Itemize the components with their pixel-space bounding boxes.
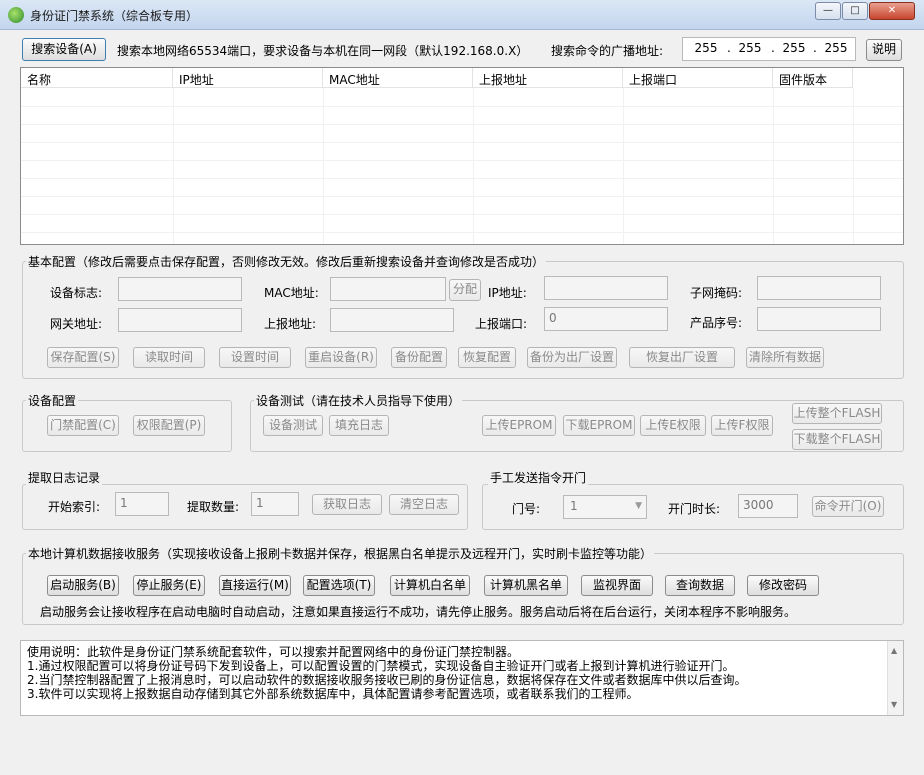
- download-flash-button[interactable]: 下载整个FLASH: [792, 429, 882, 450]
- ip-dot: .: [727, 41, 731, 55]
- col-name[interactable]: 名称: [21, 68, 173, 88]
- subnet-input[interactable]: [757, 276, 881, 300]
- app-logo-icon: [8, 7, 24, 23]
- open-duration-label: 开门时长:: [668, 502, 721, 516]
- col-report-port[interactable]: 上报端口: [623, 68, 773, 88]
- mac-label: MAC地址:: [264, 286, 319, 300]
- run-directly-button[interactable]: 直接运行(M): [219, 575, 291, 596]
- ip-octet-4[interactable]: 255: [821, 41, 851, 55]
- instruction-line: 2.当门禁控制器配置了上报消息时，可以启动软件的数据接收服务接收已刷的身份证信息…: [27, 673, 747, 687]
- open-duration-input[interactable]: 3000: [738, 494, 798, 518]
- upload-flash-button[interactable]: 上传整个FLASH: [792, 403, 882, 424]
- reboot-device-button[interactable]: 重启设备(R): [305, 347, 377, 368]
- backup-factory-button[interactable]: 备份为出厂设置: [527, 347, 617, 368]
- monitor-button[interactable]: 监视界面: [581, 575, 653, 596]
- start-service-button[interactable]: 启动服务(B): [47, 575, 119, 596]
- whitelist-button[interactable]: 计算机白名单: [390, 575, 470, 596]
- report-addr-input[interactable]: [330, 308, 454, 332]
- clear-all-data-button[interactable]: 清除所有数据: [746, 347, 824, 368]
- search-hint: 搜索本地网络65534端口，要求设备与本机在同一网段（默认192.168.0.X…: [117, 44, 529, 58]
- col-ip[interactable]: IP地址: [173, 68, 323, 88]
- ip-octet-2[interactable]: 255: [735, 41, 765, 55]
- device-id-label: 设备标志:: [50, 286, 103, 300]
- log-title: 提取日志记录: [26, 469, 103, 486]
- report-addr-label: 上报地址:: [264, 317, 317, 331]
- gateway-input[interactable]: [118, 308, 242, 332]
- ip-dot: .: [813, 41, 817, 55]
- read-time-button[interactable]: 读取时间: [133, 347, 205, 368]
- count-label: 提取数量:: [187, 500, 240, 514]
- manual-open-title: 手工发送指令开门: [488, 469, 589, 486]
- serial-label: 产品序号:: [690, 316, 743, 330]
- permission-config-button[interactable]: 权限配置(P): [133, 415, 205, 436]
- change-password-button[interactable]: 修改密码: [747, 575, 819, 596]
- col-mac[interactable]: MAC地址: [323, 68, 473, 88]
- save-config-button[interactable]: 保存配置(S): [47, 347, 119, 368]
- close-button[interactable]: ✕: [869, 2, 915, 20]
- device-test-button[interactable]: 设备测试: [263, 415, 323, 436]
- config-options-button[interactable]: 配置选项(T): [303, 575, 375, 596]
- report-port-input[interactable]: 0: [544, 307, 668, 331]
- instruction-line: 使用说明：此软件是身份证门禁系统配套软件，可以搜索并配置网络中的身份证门禁控制器…: [27, 645, 520, 659]
- service-title: 本地计算机数据接收服务（实现接收设备上报刷卡数据并保存，根据黑白名单提示及远程开…: [26, 545, 655, 562]
- ip-input[interactable]: [544, 276, 668, 300]
- restore-config-button[interactable]: 恢复配置: [458, 347, 516, 368]
- col-report-addr[interactable]: 上报地址: [473, 68, 623, 88]
- chevron-down-icon[interactable]: ▼: [635, 501, 642, 511]
- device-list[interactable]: 名称 IP地址 MAC地址 上报地址 上报端口 固件版本: [20, 67, 904, 245]
- basic-config-title: 基本配置（修改后需要点击保存配置，否则修改无效。修改后重新搜索设备并查询修改是否…: [26, 253, 547, 270]
- minimize-button[interactable]: —: [815, 2, 841, 20]
- ip-octet-3[interactable]: 255: [779, 41, 809, 55]
- ip-label: IP地址:: [488, 286, 527, 300]
- usage-instructions[interactable]: 使用说明：此软件是身份证门禁系统配套软件，可以搜索并配置网络中的身份证门禁控制器…: [20, 640, 904, 716]
- instruction-line: 3.软件可以实现将上报数据自动存储到其它外部系统数据库中，具体配置请参考配置选项…: [27, 687, 639, 701]
- arrow-down-icon[interactable]: ▼: [891, 698, 897, 712]
- clear-log-button[interactable]: 清空日志: [389, 494, 459, 515]
- arrow-up-icon[interactable]: ▲: [891, 644, 897, 658]
- upload-e-permission-button[interactable]: 上传E权限: [640, 415, 706, 436]
- ip-octet-1[interactable]: 255: [691, 41, 721, 55]
- start-index-label: 开始索引:: [48, 500, 101, 514]
- search-device-button[interactable]: 搜索设备(A): [22, 38, 106, 61]
- door-number-value: 1: [570, 499, 578, 513]
- upload-eprom-button[interactable]: 上传EPROM: [482, 415, 556, 436]
- fill-log-button[interactable]: 填充日志: [329, 415, 389, 436]
- upload-f-permission-button[interactable]: 上传F权限: [711, 415, 773, 436]
- device-test-title: 设备测试（请在技术人员指导下使用）: [254, 392, 463, 409]
- start-index-input[interactable]: 1: [115, 492, 169, 516]
- broadcast-ip-input[interactable]: 255 . 255 . 255 . 255: [682, 37, 856, 61]
- help-button[interactable]: 说明: [866, 39, 902, 61]
- window-title: 身份证门禁系统（综合板专用）: [30, 9, 199, 23]
- mac-input[interactable]: [330, 277, 446, 301]
- device-id-input[interactable]: [118, 277, 242, 301]
- instruction-line: 1.通过权限配置可以将身份证号码下发到设备上，可以配置设置的门禁模式，实现设备自…: [27, 659, 735, 673]
- blacklist-button[interactable]: 计算机黑名单: [484, 575, 568, 596]
- stop-service-button[interactable]: 停止服务(E): [133, 575, 205, 596]
- download-eprom-button[interactable]: 下载EPROM: [563, 415, 635, 436]
- set-time-button[interactable]: 设置时间: [219, 347, 291, 368]
- broadcast-label: 搜索命令的广播地址:: [551, 44, 664, 58]
- count-input[interactable]: 1: [251, 492, 299, 516]
- subnet-label: 子网掩码:: [690, 286, 743, 300]
- door-config-button[interactable]: 门禁配置(C): [47, 415, 119, 436]
- gateway-label: 网关地址:: [50, 317, 103, 331]
- col-firmware[interactable]: 固件版本: [773, 68, 853, 88]
- get-log-button[interactable]: 获取日志: [312, 494, 382, 515]
- restore-factory-button[interactable]: 恢复出厂设置: [629, 347, 735, 368]
- device-config-title: 设备配置: [26, 392, 79, 409]
- title-bar: 身份证门禁系统（综合板专用） — □ ✕: [0, 0, 924, 30]
- backup-config-button[interactable]: 备份配置: [391, 347, 447, 368]
- door-number-select[interactable]: 1 ▼: [563, 495, 647, 519]
- list-header: 名称 IP地址 MAC地址 上报地址 上报端口 固件版本: [21, 68, 905, 88]
- serial-input[interactable]: [757, 307, 881, 331]
- service-note: 启动服务会让接收程序在启动电脑时自动启动，注意如果直接运行不成功，请先停止服务。…: [40, 605, 797, 619]
- memo-scrollbar[interactable]: ▲ ▼: [887, 641, 903, 715]
- command-open-button[interactable]: 命令开门(O): [812, 496, 884, 517]
- maximize-button[interactable]: □: [842, 2, 868, 20]
- door-number-label: 门号:: [512, 502, 541, 516]
- ip-dot: .: [771, 41, 775, 55]
- report-port-label: 上报端口:: [475, 317, 528, 331]
- split-button[interactable]: 分配: [449, 279, 481, 301]
- query-data-button[interactable]: 查询数据: [665, 575, 735, 596]
